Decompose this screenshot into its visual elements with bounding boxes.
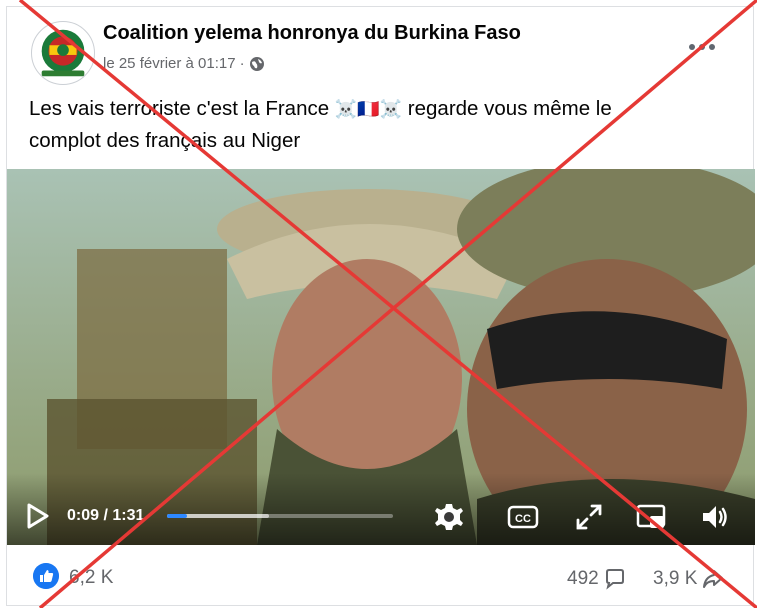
video-time: 0:09 / 1:31 bbox=[67, 507, 144, 525]
facebook-post: Coalition yelema honronya du Burkina Fas… bbox=[6, 6, 755, 606]
more-dot-icon bbox=[689, 44, 695, 50]
caption-text-1: Les vais terroriste c'est la France bbox=[29, 97, 335, 120]
engagement-bar: 6,2 K 492 3,9 K bbox=[7, 555, 753, 599]
share-icon bbox=[703, 570, 724, 588]
post-header: Coalition yelema honronya du Burkina Fas… bbox=[7, 7, 753, 87]
more-dot-icon bbox=[699, 44, 705, 50]
comment-icon bbox=[605, 569, 624, 590]
time-separator: / bbox=[99, 507, 113, 524]
duration: 1:31 bbox=[112, 507, 145, 524]
more-options-button[interactable] bbox=[687, 39, 717, 55]
globe-icon bbox=[249, 56, 264, 71]
caption-text-2: regarde vous même le bbox=[402, 97, 612, 120]
cc-icon[interactable]: CC bbox=[507, 501, 539, 533]
volume-icon[interactable] bbox=[699, 501, 731, 533]
like-reaction-icon[interactable] bbox=[33, 563, 59, 589]
share-count: 3,9 K bbox=[653, 568, 698, 589]
comment-count-group[interactable]: 492 bbox=[567, 567, 627, 591]
page-logo-icon bbox=[32, 22, 94, 84]
cc-label: CC bbox=[515, 513, 531, 525]
progress-fill bbox=[167, 514, 188, 518]
progress-bar[interactable] bbox=[167, 514, 393, 518]
video-player[interactable]: 0:09 / 1:31 CC bbox=[7, 169, 755, 545]
page-name[interactable]: Coalition yelema honronya du Burkina Fas… bbox=[103, 22, 521, 45]
share-count-group[interactable]: 3,9 K bbox=[653, 567, 725, 591]
post-meta: le 25 février à 01:17 · bbox=[103, 55, 265, 72]
gear-icon[interactable] bbox=[433, 501, 465, 533]
pip-icon[interactable] bbox=[635, 501, 667, 533]
more-dot-icon bbox=[709, 44, 715, 50]
expand-icon[interactable] bbox=[573, 501, 605, 533]
caption-text-3: complot des français au Niger bbox=[29, 129, 301, 152]
comment-count: 492 bbox=[567, 568, 599, 589]
play-icon[interactable] bbox=[27, 503, 49, 529]
caption-emojis: ☠️🇫🇷☠️ bbox=[334, 99, 403, 120]
page-avatar[interactable] bbox=[31, 21, 95, 85]
video-controls: 0:09 / 1:31 CC bbox=[7, 473, 755, 545]
meta-separator: · bbox=[239, 55, 245, 72]
post-timestamp[interactable]: le 25 février à 01:17 bbox=[103, 55, 236, 72]
reaction-count[interactable]: 6,2 K bbox=[69, 567, 113, 589]
current-time: 0:09 bbox=[67, 507, 100, 524]
post-caption: Les vais terroriste c'est la France ☠️🇫🇷… bbox=[29, 93, 729, 156]
